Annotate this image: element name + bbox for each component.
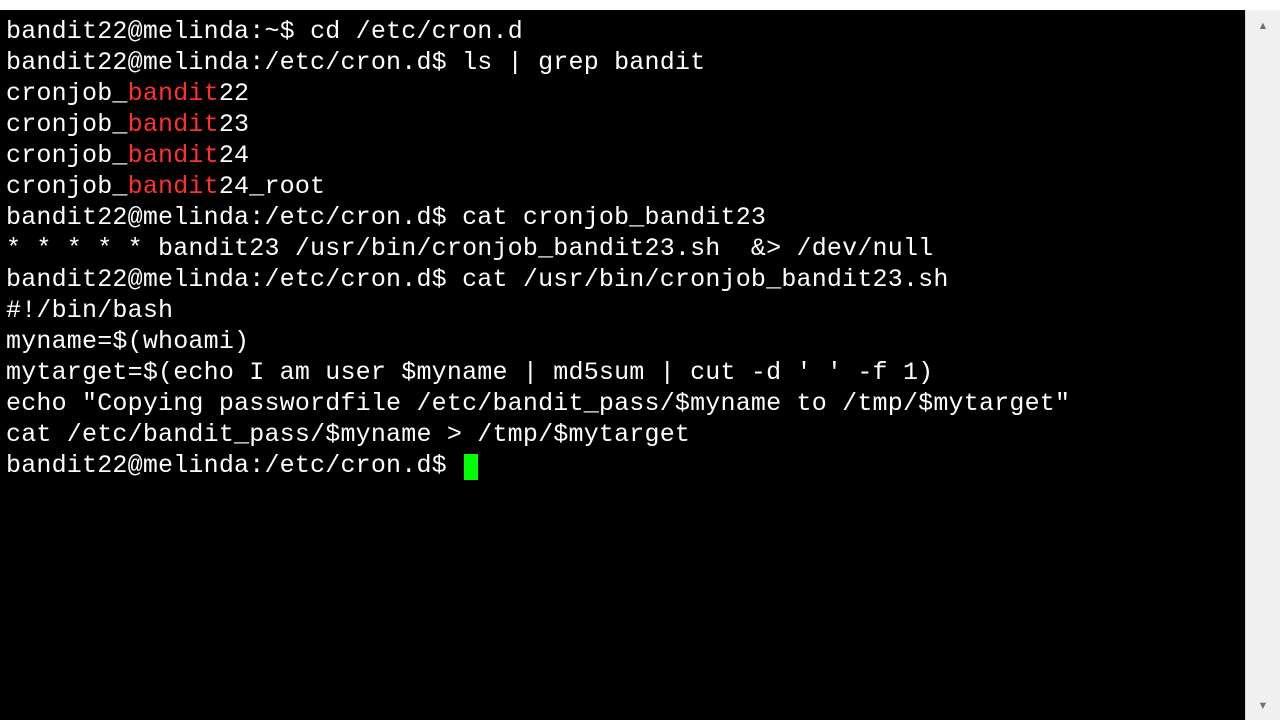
cursor-block <box>464 454 478 480</box>
grep-match: bandit <box>128 141 219 170</box>
grep-line: cronjob_bandit24 <box>6 140 1239 171</box>
grep-line: cronjob_bandit22 <box>6 78 1239 109</box>
prompt: bandit22@melinda:/etc/cron.d$ <box>6 203 462 232</box>
script-line: echo "Copying passwordfile /etc/bandit_p… <box>6 388 1239 419</box>
terminal-wrap: bandit22@melinda:~$ cd /etc/cron.dbandit… <box>0 10 1280 720</box>
prompt: bandit22@melinda:/etc/cron.d$ <box>6 265 462 294</box>
scroll-up-arrow-icon[interactable]: ▴ <box>1246 10 1280 40</box>
grep-match: bandit <box>128 172 219 201</box>
script-line: #!/bin/bash <box>6 295 1239 326</box>
terminal-output[interactable]: bandit22@melinda:~$ cd /etc/cron.dbandit… <box>0 10 1245 720</box>
scrollbar[interactable]: ▴ ▾ <box>1245 10 1280 720</box>
command-cat-script: cat /usr/bin/cronjob_bandit23.sh <box>462 265 948 294</box>
prompt: bandit22@melinda:~$ <box>6 17 310 46</box>
grep-match: bandit <box>128 110 219 139</box>
script-line: mytarget=$(echo I am user $myname | md5s… <box>6 357 1239 388</box>
command-cd: cd /etc/cron.d <box>310 17 523 46</box>
grep-match: bandit <box>128 79 219 108</box>
script-line: myname=$(whoami) <box>6 326 1239 357</box>
scroll-down-arrow-icon[interactable]: ▾ <box>1246 690 1280 720</box>
cron-entry: * * * * * bandit23 /usr/bin/cronjob_band… <box>6 233 1239 264</box>
command-ls: ls | grep bandit <box>462 48 705 77</box>
grep-line: cronjob_bandit24_root <box>6 171 1239 202</box>
script-line: cat /etc/bandit_pass/$myname > /tmp/$myt… <box>6 419 1239 450</box>
window-topbar <box>0 0 1280 10</box>
command-cat-cron: cat cronjob_bandit23 <box>462 203 766 232</box>
prompt: bandit22@melinda:/etc/cron.d$ <box>6 48 462 77</box>
grep-line: cronjob_bandit23 <box>6 109 1239 140</box>
prompt: bandit22@melinda:/etc/cron.d$ <box>6 451 462 480</box>
terminal-window: bandit22@melinda:~$ cd /etc/cron.dbandit… <box>0 0 1280 720</box>
